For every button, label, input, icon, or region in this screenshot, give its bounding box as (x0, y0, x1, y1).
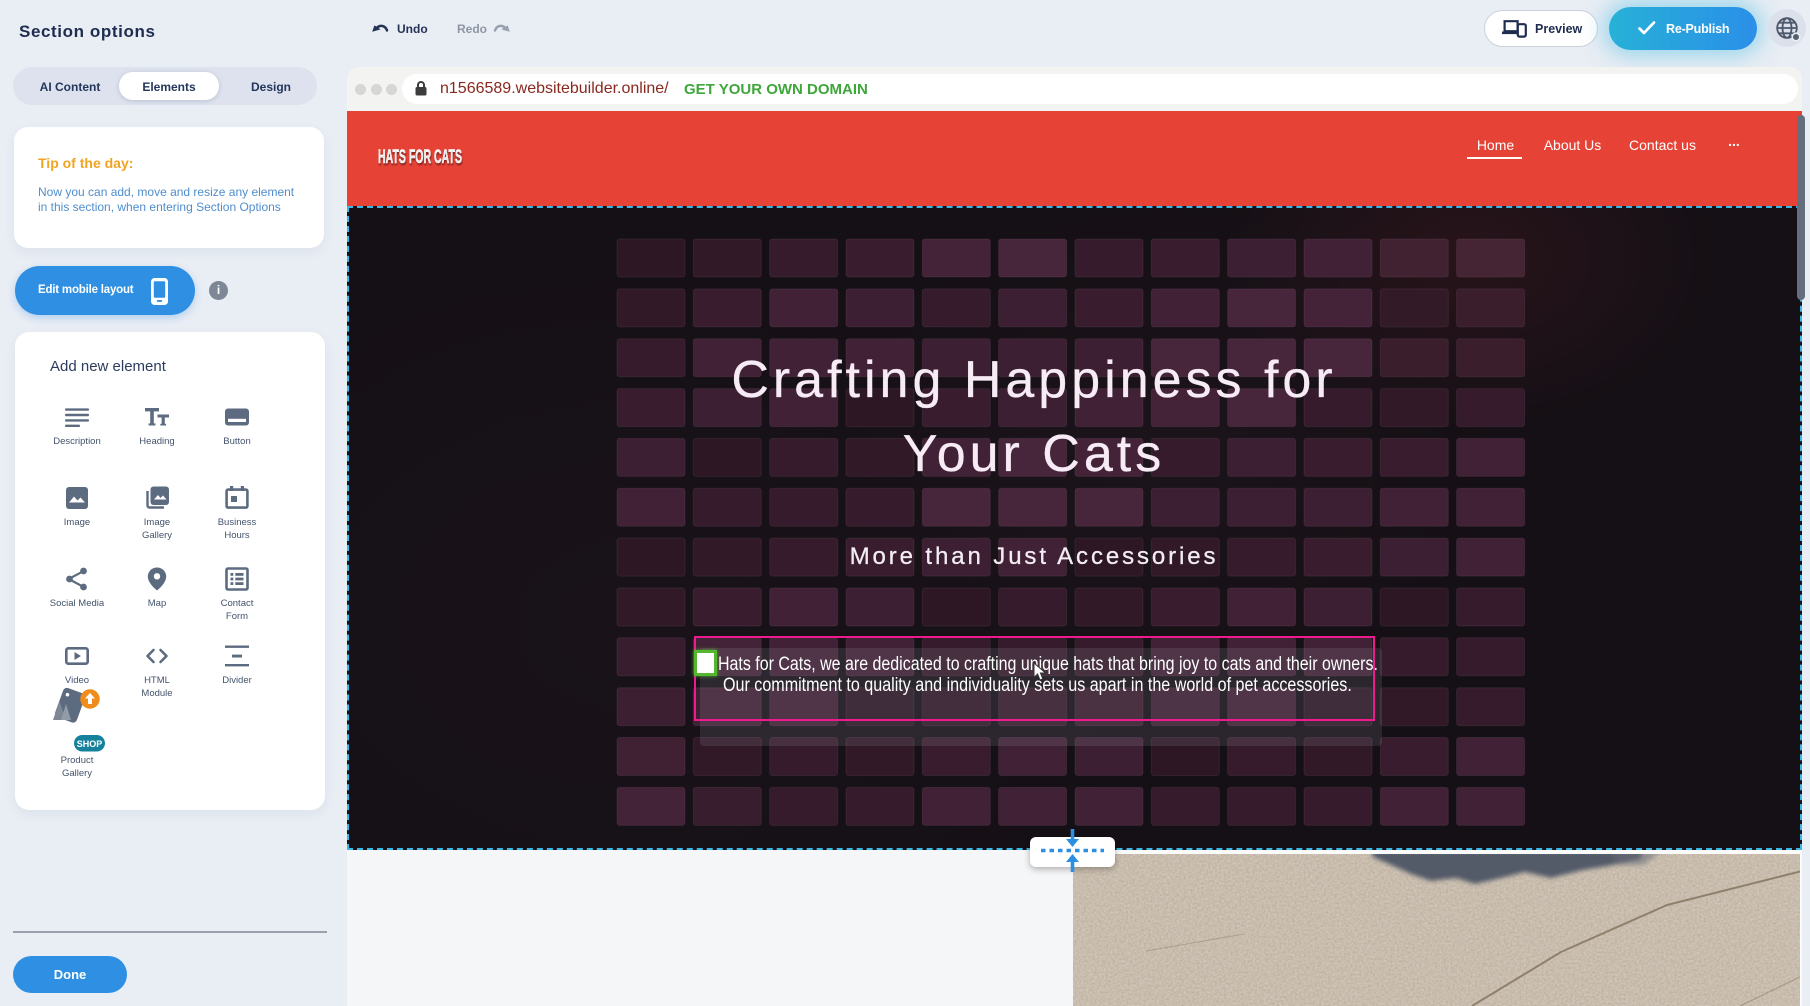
svg-text:SHOP: SHOP (77, 739, 103, 749)
svg-text:HATS FOR CATS: HATS FOR CATS (378, 146, 462, 168)
